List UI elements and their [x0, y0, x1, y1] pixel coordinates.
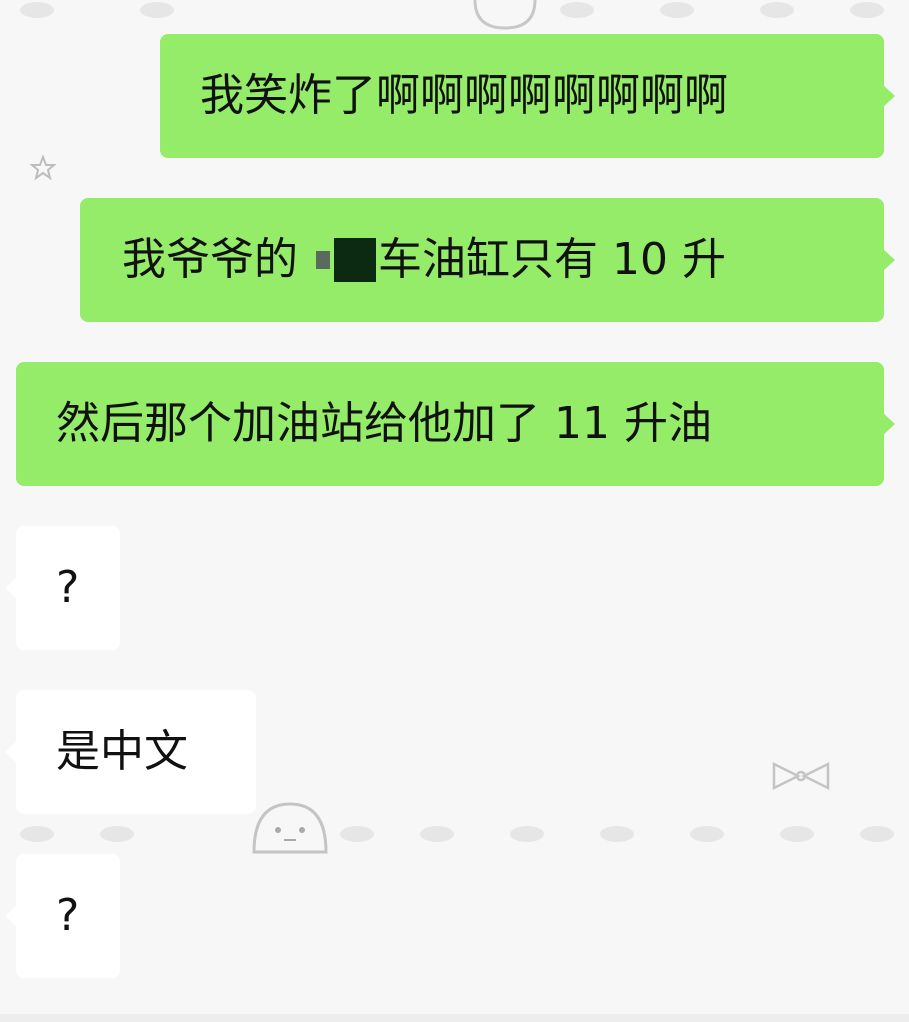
paw-print-row-bottom [0, 822, 909, 862]
message-text: 然后那个加油站给他加了 11 升油 [56, 398, 712, 449]
bubble-tail [883, 249, 895, 271]
redaction-mosaic [334, 238, 376, 282]
message-text: ? [56, 890, 80, 941]
bubble-tail [5, 905, 17, 927]
bubble-tail [5, 577, 17, 599]
bubble-tail [883, 413, 895, 435]
bubble-tail [5, 741, 17, 763]
bow-doodle-icon [772, 761, 830, 791]
message-bubble-received[interactable]: ? [5, 854, 120, 978]
message-bubble-sent[interactable]: 我爷爷的 车油缸只有 10 升 [80, 198, 895, 322]
message-text: 我笑炸了啊啊啊啊啊啊啊啊 [200, 70, 728, 121]
message-text: ? [56, 562, 80, 613]
message-text: 我爷爷的 [122, 234, 298, 285]
input-bar-edge [0, 1014, 909, 1022]
star-doodle-icon [30, 155, 56, 181]
message-bubble-sent[interactable]: 然后那个加油站给他加了 11 升油 [16, 362, 895, 486]
chat-area[interactable]: 我笑炸了啊啊啊啊啊啊啊啊 我爷爷的 车油缸只有 10 升 然后那个加油站给他加了… [0, 0, 909, 1022]
redaction-mosaic [316, 251, 330, 269]
message-bubble-sent[interactable]: 我笑炸了啊啊啊啊啊啊啊啊 [160, 34, 895, 158]
message-text: 车油缸只有 10 升 [378, 234, 726, 285]
message-bubble-received[interactable]: ? [5, 526, 120, 650]
bubble-tail [883, 85, 895, 107]
message-bubble-received[interactable]: 是中文 [5, 690, 256, 814]
message-text: 是中文 [56, 726, 188, 777]
